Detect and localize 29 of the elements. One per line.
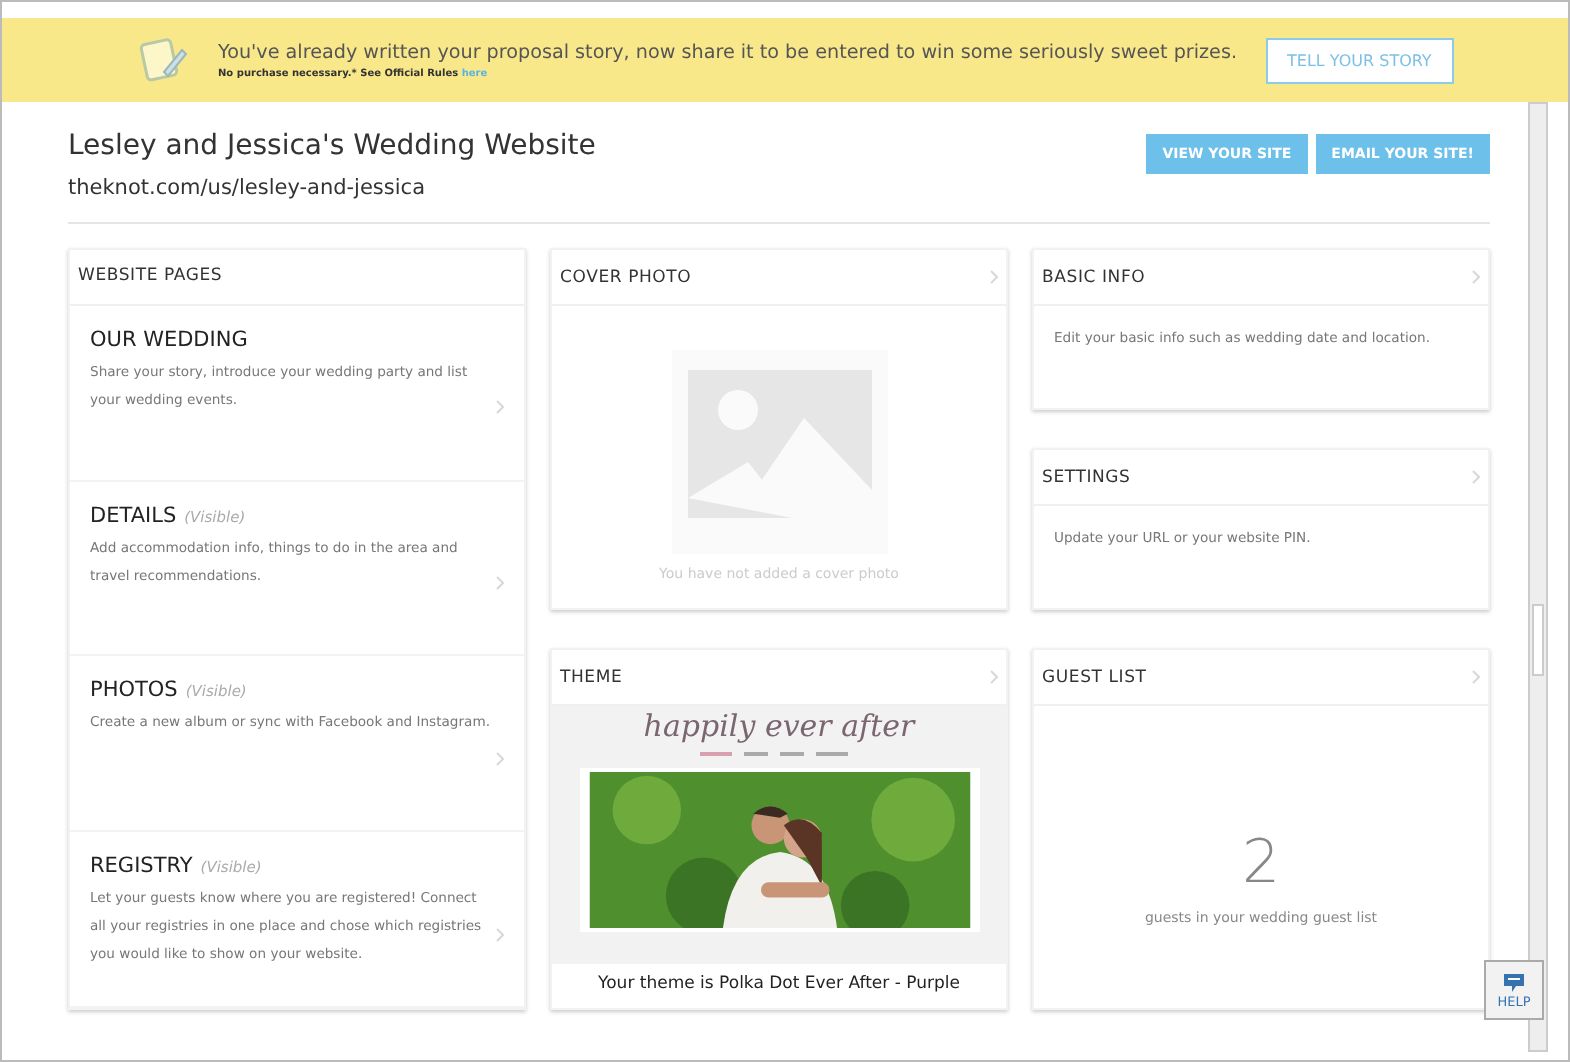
card-title: COVER PHOTO — [560, 267, 692, 287]
chevron-icon — [990, 670, 998, 684]
card-title: THEME — [560, 667, 623, 687]
promo-message: You've already written your proposal story, now share it to be entered to win some seriously sweet prizes. — [218, 41, 1238, 63]
card-title: GUEST LIST — [1042, 667, 1147, 687]
chevron-icon — [496, 751, 504, 766]
pencil-paper-icon — [138, 34, 190, 86]
page-title: Lesley and Jessica's Wedding Website — [68, 130, 596, 162]
site-url: theknot.com/us/lesley-and-jessica — [68, 176, 427, 200]
page-title-text: PHOTOS — [90, 678, 178, 703]
chevron-icon — [496, 927, 504, 942]
card-title: WEBSITE PAGES — [78, 266, 223, 287]
page-title-text: OUR WEDDING — [90, 327, 248, 352]
page-title-text: REGISTRY — [90, 854, 193, 879]
chevron-icon — [1472, 670, 1480, 684]
card-title: BASIC INFO — [1042, 267, 1146, 287]
theme-caption: Your theme is Polka Dot Ever After - Purple — [552, 964, 1006, 1008]
chevron-icon — [1472, 470, 1480, 484]
chat-icon — [1502, 971, 1526, 993]
card-title: SETTINGS — [1042, 467, 1131, 487]
theme-heading: happily ever after — [643, 708, 915, 744]
chevron-icon — [1472, 270, 1480, 284]
chevron-icon — [990, 270, 998, 284]
page-title-text: DETAILS — [90, 503, 177, 528]
scrollbar[interactable] — [1528, 102, 1548, 1052]
chevron-icon — [496, 576, 504, 591]
guest-count: 2 — [1241, 828, 1281, 898]
chevron-icon — [496, 400, 504, 415]
theme-card[interactable]: THEME happily ever after Your theme is Polka Dot Ever After - Purple — [550, 648, 1008, 1010]
